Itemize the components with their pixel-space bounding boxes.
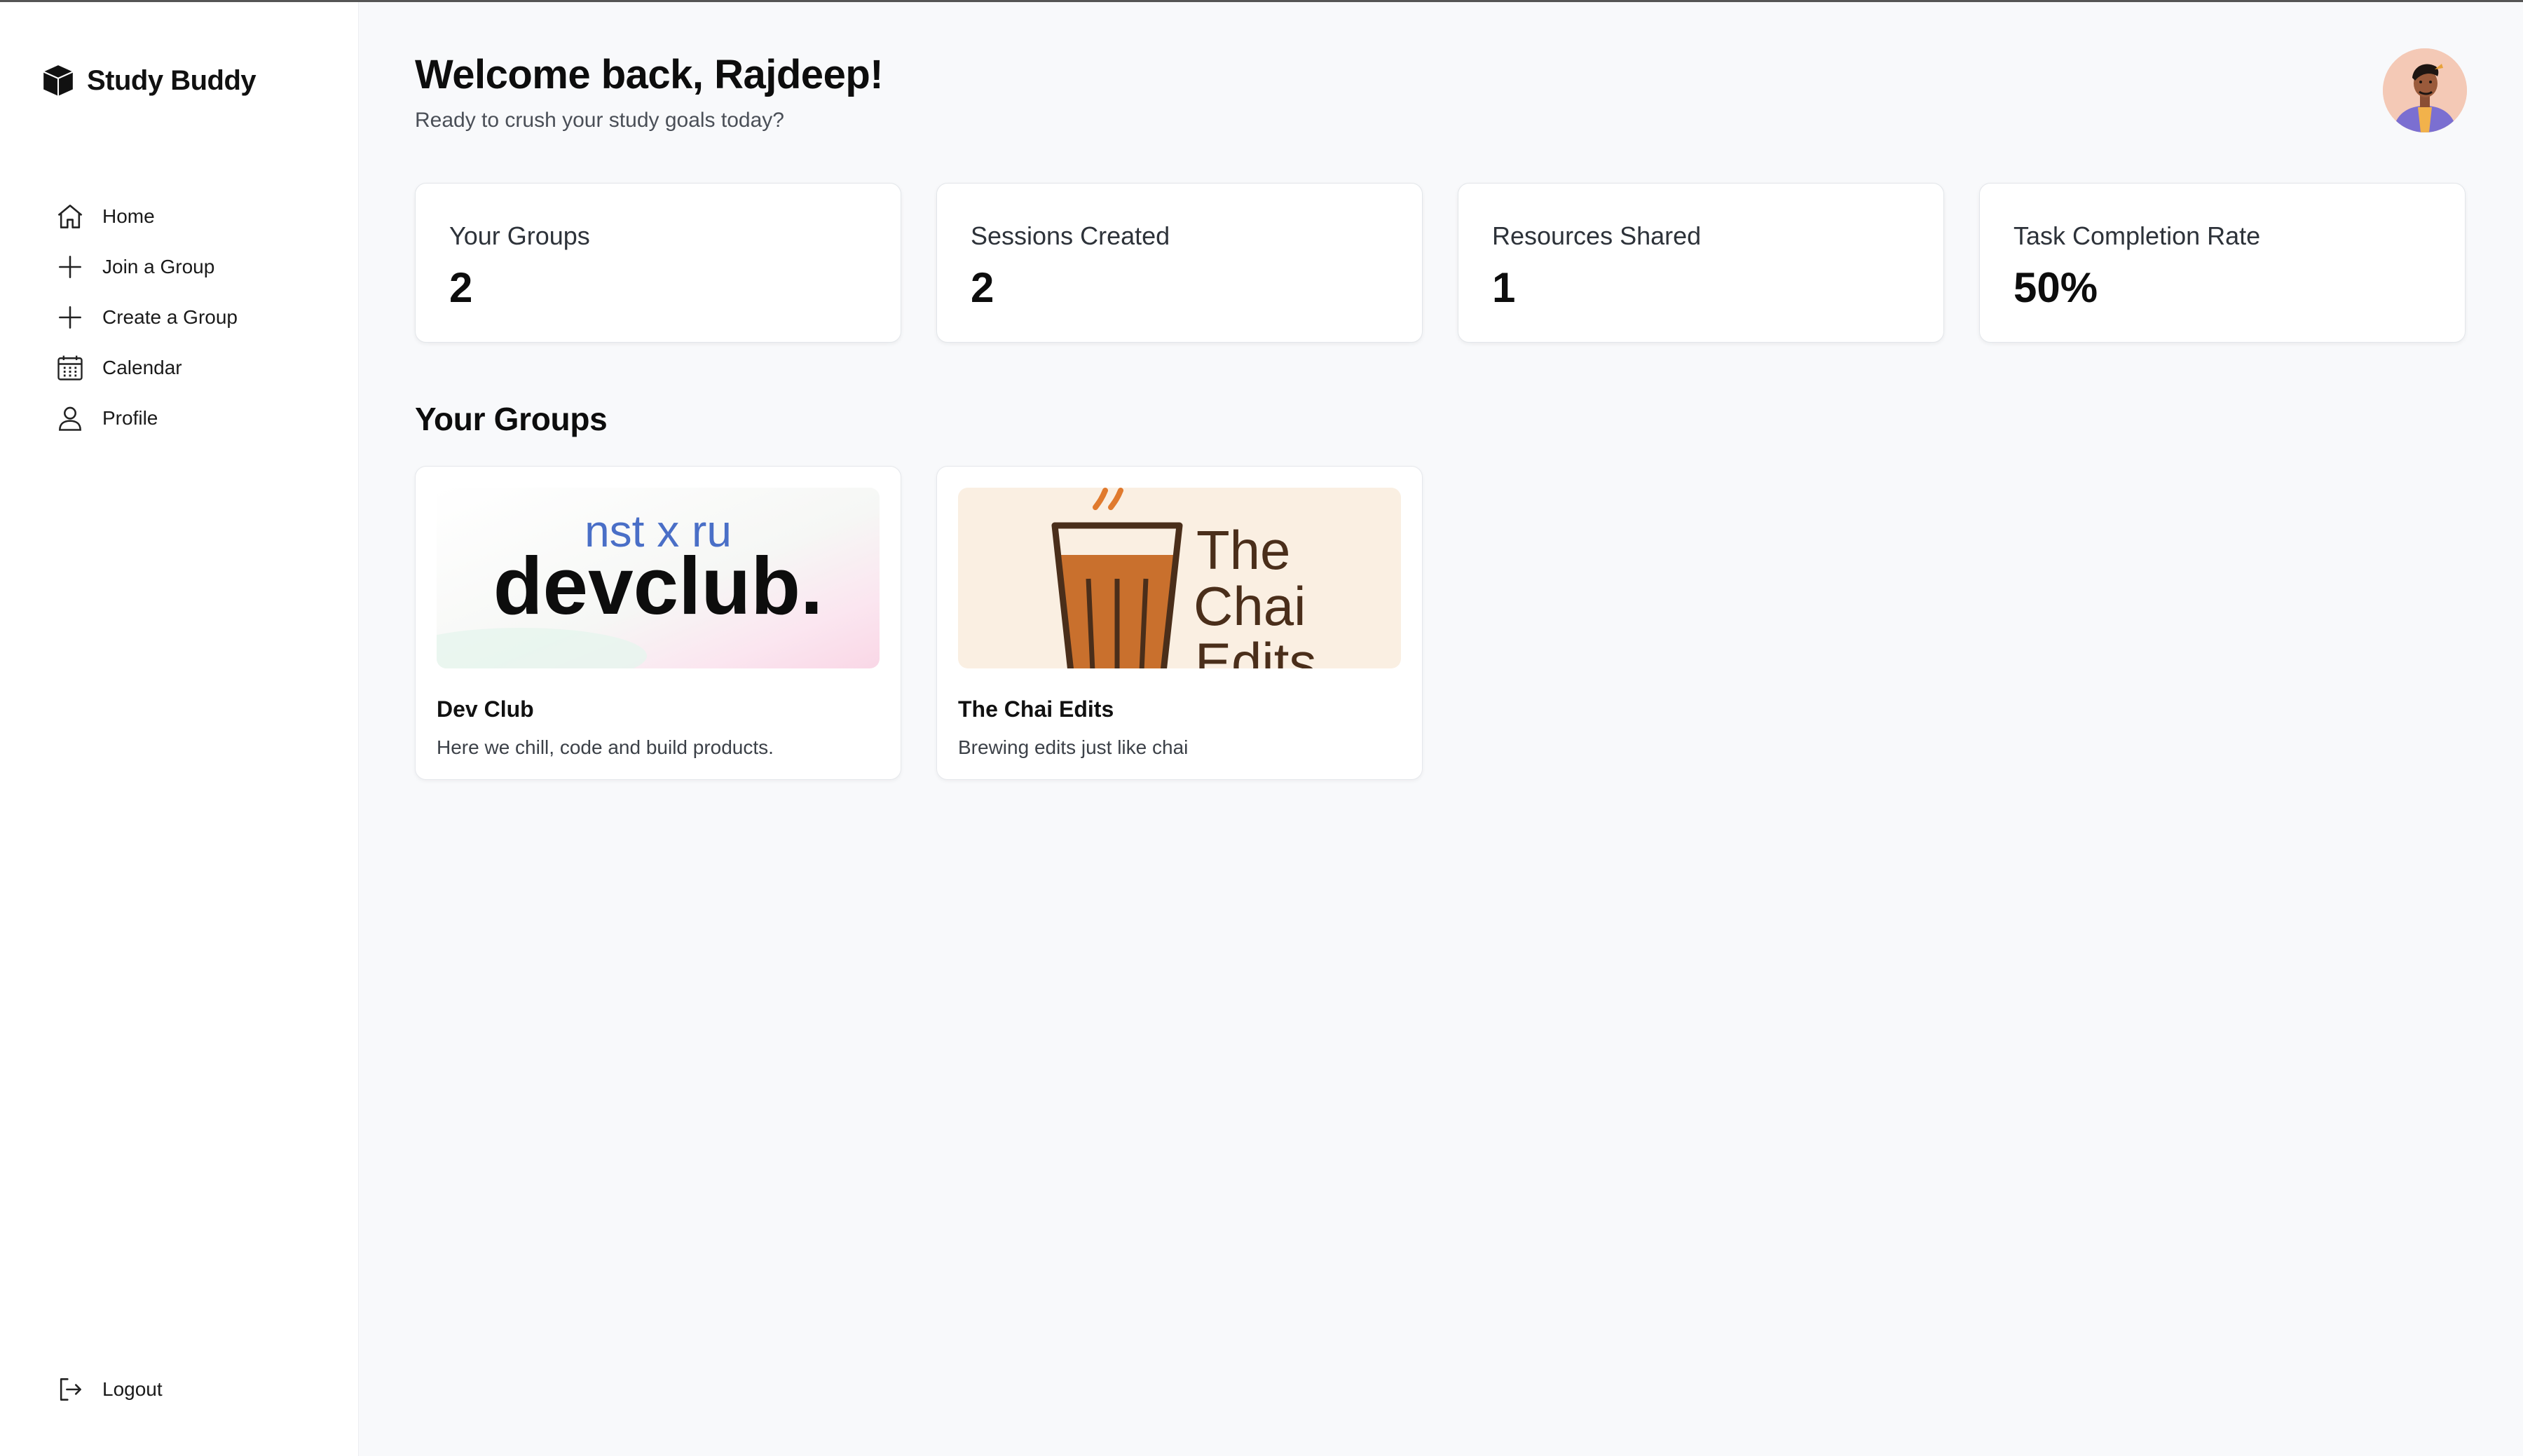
- section-title-your-groups: Your Groups: [415, 401, 608, 437]
- group-name: The Chai Edits: [958, 696, 1114, 722]
- plus-icon: [59, 306, 81, 329]
- stats-row: Your Groups 2 Sessions Created 2 Resourc…: [415, 183, 2466, 343]
- group-card-dev-club[interactable]: nst x ru devclub. Dev Club Here we chill…: [415, 466, 901, 780]
- sidebar-item-label: Join a Group: [102, 256, 215, 277]
- group-thumbnail: The Chai Edits: [958, 488, 1401, 668]
- stat-card-your-groups: Your Groups 2: [415, 183, 901, 343]
- group-card-chai-edits[interactable]: The Chai Edits The Chai Edits Brewing ed…: [936, 466, 1423, 780]
- brand[interactable]: Study Buddy: [41, 62, 257, 99]
- stat-label: Sessions Created: [971, 221, 1170, 250]
- avatar[interactable]: [2383, 48, 2467, 132]
- logout-label: Logout: [102, 1378, 163, 1400]
- main-content: Welcome back, Rajdeep! Ready to crush yo…: [359, 2, 2523, 1456]
- group-description: Here we chill, code and build products.: [437, 736, 774, 758]
- stat-value: 2: [971, 264, 994, 311]
- stat-value: 1: [1492, 264, 1516, 311]
- sidebar-item-home[interactable]: Home: [55, 191, 335, 242]
- brand-name: Study Buddy: [87, 64, 257, 96]
- sidebar-item-create-group[interactable]: Create a Group: [55, 292, 335, 343]
- stat-label: Your Groups: [449, 221, 590, 250]
- plus-icon: [59, 256, 81, 278]
- groups-grid: nst x ru devclub. Dev Club Here we chill…: [415, 466, 1423, 780]
- devclub-banner-main-text: devclub.: [493, 540, 823, 631]
- sidebar-nav: Home Join a Group Create a Group Calenda…: [55, 191, 335, 444]
- logout-button[interactable]: Logout: [55, 1374, 163, 1405]
- chai-banner-line-1: The: [1196, 519, 1290, 581]
- group-name: Dev Club: [437, 696, 534, 722]
- stat-card-resources-shared: Resources Shared 1: [1458, 183, 1944, 343]
- sidebar-item-label: Calendar: [102, 357, 182, 378]
- page-subtitle: Ready to crush your study goals today?: [415, 109, 784, 132]
- user-icon: [59, 406, 81, 431]
- home-icon: [57, 205, 83, 228]
- stat-label: Task Completion Rate: [2013, 221, 2261, 250]
- logout-icon: [60, 1378, 81, 1401]
- group-description: Brewing edits just like chai: [958, 736, 1189, 758]
- stat-label: Resources Shared: [1492, 221, 1702, 250]
- devclub-banner-image: nst x ru devclub.: [437, 488, 880, 668]
- sidebar-item-label: Home: [102, 205, 155, 227]
- app-window: Study Buddy Home Join a Group Create a G…: [0, 0, 2523, 1456]
- stat-card-sessions-created: Sessions Created 2: [936, 183, 1423, 343]
- group-thumbnail: nst x ru devclub.: [437, 488, 880, 668]
- stat-value: 2: [449, 264, 473, 311]
- stat-card-task-completion: Task Completion Rate 50%: [1979, 183, 2466, 343]
- sidebar: Study Buddy Home Join a Group Create a G…: [0, 2, 359, 1456]
- user-avatar-icon: [2383, 48, 2467, 132]
- sidebar-item-calendar[interactable]: Calendar: [55, 343, 335, 393]
- calendar-icon: [57, 355, 83, 380]
- sidebar-item-join-group[interactable]: Join a Group: [55, 242, 335, 292]
- sidebar-item-label: Create a Group: [102, 306, 238, 328]
- sidebar-item-label: Profile: [102, 407, 158, 429]
- chai-banner-line-3: Edits: [1195, 631, 1316, 668]
- chai-edits-banner-image: The Chai Edits: [958, 488, 1401, 668]
- stat-value: 50%: [2013, 264, 2098, 311]
- page-title: Welcome back, Rajdeep!: [415, 52, 884, 97]
- chai-banner-line-2: Chai: [1194, 575, 1306, 637]
- sidebar-item-profile[interactable]: Profile: [55, 393, 335, 444]
- cube-logo-icon: [43, 65, 74, 96]
